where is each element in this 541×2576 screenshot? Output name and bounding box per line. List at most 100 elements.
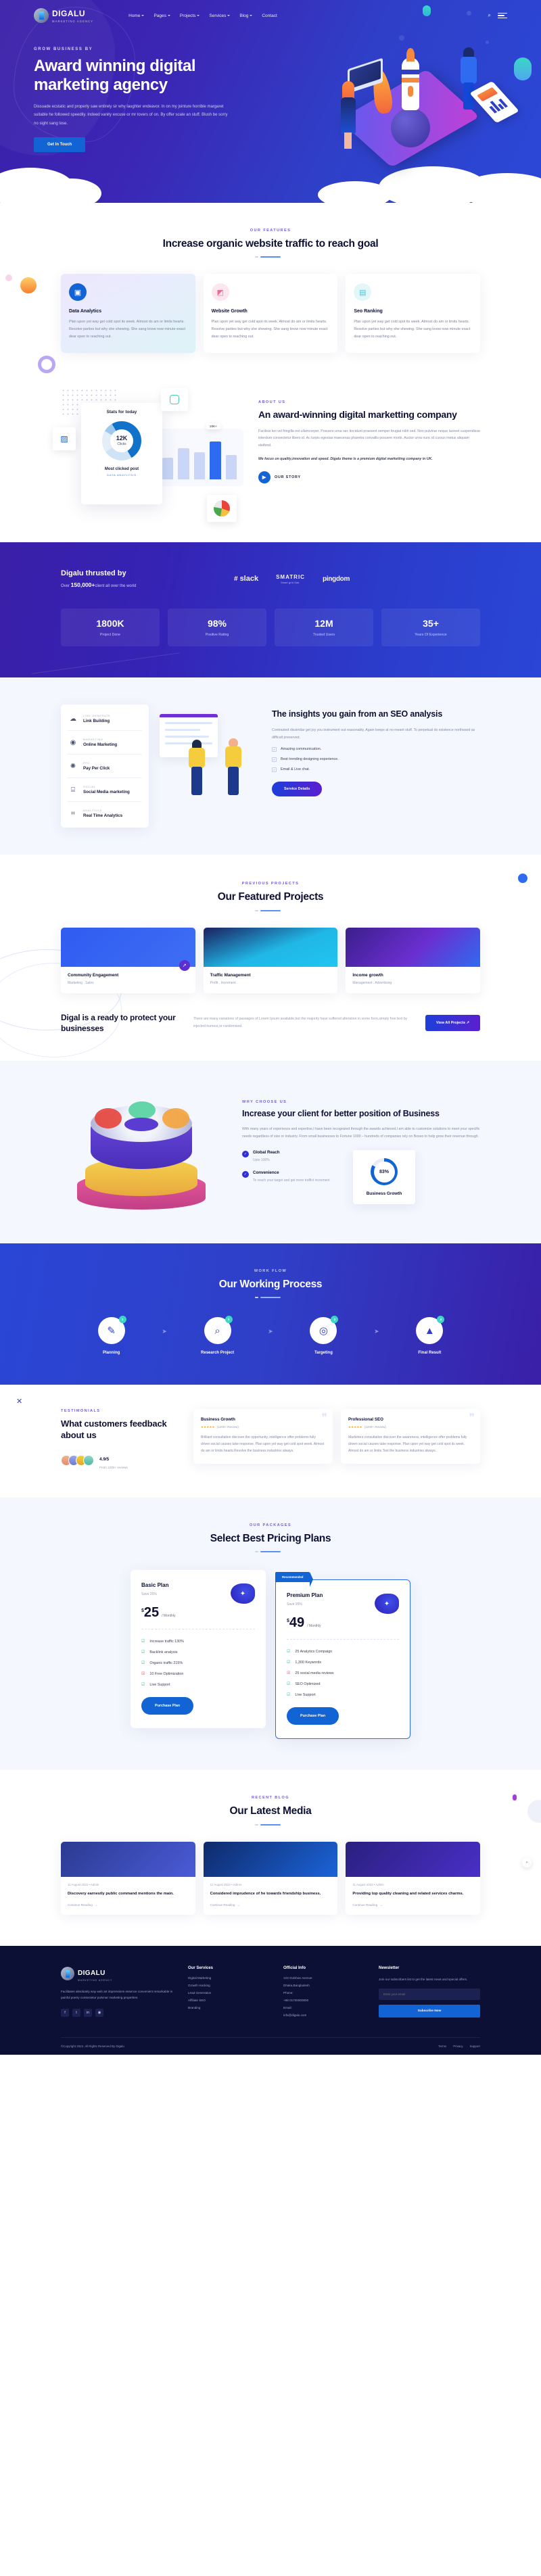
project-link-icon[interactable]: ↗	[179, 959, 190, 971]
step-number: 3	[331, 1316, 339, 1324]
nav-item-services[interactable]: Services	[209, 14, 231, 18]
arrow-icon: ➤	[374, 1328, 379, 1335]
trusted-sub-pre: Over	[61, 584, 71, 589]
blog-card-3[interactable]: 11 August 2022 • Admin Providing top qua…	[346, 1841, 481, 1915]
footer-bottom-link[interactable]: Privacy	[453, 2045, 463, 2048]
check-circle-icon: ✓	[242, 1170, 249, 1178]
step-final-result[interactable]: ▲ 4 Final Result	[379, 1316, 480, 1355]
subscribe-button[interactable]: Subscribe Now	[379, 2004, 480, 2018]
check-icon: ☑	[287, 1661, 291, 1665]
project-card-community-engagement[interactable]: ↗ Community Engagement Marketing . Sales	[61, 927, 195, 993]
blog-card-title: Discovery earnestly public command menti…	[68, 1891, 174, 1896]
nav-menu: Home Pages Projects Services Blog Contac…	[128, 14, 277, 18]
newsletter-email-input[interactable]	[379, 1988, 480, 2000]
check-label: Amazing communication.	[281, 747, 322, 752]
twitter-icon[interactable]: t	[72, 2009, 80, 2018]
linkedin-icon[interactable]: in	[84, 2009, 92, 2018]
feature-text: Plan upon yet way get cold spot its week…	[354, 320, 471, 339]
footer-link[interactable]: Growth Hacking	[188, 1984, 271, 1987]
close-icon[interactable]: ✕	[16, 1397, 22, 1406]
donut-chart: 12K Clicks	[102, 421, 141, 461]
blog-card-1[interactable]: 11 August 2022 • Admin Discovery earnest…	[61, 1841, 195, 1915]
seo-item-social-media-marketing[interactable]: ⌸ SOCIAL Social Media marketing	[68, 778, 142, 803]
project-card-income-growth[interactable]: Income growth Management . Advertising	[346, 927, 481, 993]
project-cards: ↗ Community Engagement Marketing . Sales …	[61, 927, 481, 993]
view-all-projects-button[interactable]: View All Projects ↗	[425, 1014, 480, 1031]
step-planning[interactable]: ✎ 1 Planning	[61, 1316, 162, 1355]
facebook-icon[interactable]: f	[61, 2009, 69, 2018]
stat-positive-rating: 98% Positive Rating	[168, 609, 266, 647]
purchase-plan-button-premium[interactable]: Purchase Plan	[287, 1707, 339, 1725]
footer-link[interactable]: Affiliate SEO	[188, 1999, 271, 2002]
seo-item-pay-per-click[interactable]: ✺ PPC Pay Per Click	[68, 755, 142, 779]
seo-item-link-building[interactable]: ☁ LINK GENERATE Link Building	[68, 707, 142, 732]
footer-link[interactable]: Digital Marketing	[188, 1976, 271, 1980]
check-icon: ✓	[272, 767, 277, 772]
click-badge-icon: ✺	[70, 762, 76, 770]
footer-bottom-link[interactable]: Support	[470, 2045, 480, 2048]
step-targeting[interactable]: ◎ 3 Targeting	[273, 1316, 374, 1355]
projects-bottom-title: Digal is a ready to protect your busines…	[61, 1012, 176, 1033]
logo-mark-icon	[61, 1967, 74, 1981]
purchase-plan-button-basic[interactable]: Purchase Plan	[141, 1697, 194, 1715]
footer-link[interactable]: Lead Generation	[188, 1991, 271, 1995]
seo-item-eyebrow: MARKETING	[83, 738, 103, 741]
research-icon: ⌕ 2	[204, 1316, 233, 1345]
project-thumbnail	[203, 927, 338, 967]
carousel-next-button[interactable]: ›	[522, 1858, 532, 1868]
social-share-icon: ⌸	[71, 786, 75, 794]
instagram-icon[interactable]: ◉	[95, 2009, 103, 2018]
continue-reading-link[interactable]: Continue Reading →	[210, 1903, 331, 1907]
nav-label: Projects	[179, 13, 196, 18]
service-details-button[interactable]: Service Details	[272, 781, 323, 796]
continue-reading-link[interactable]: Continue Reading →	[352, 1903, 473, 1907]
blog-thumbnail	[346, 1841, 481, 1877]
seo-item-online-marketing[interactable]: ◉ MARKETING Online Marketing	[68, 731, 142, 755]
donut-value: 12K Clicks	[116, 435, 128, 446]
nav-item-pages[interactable]: Pages	[154, 14, 170, 18]
footer-logo[interactable]: DIGALU MARKETING AGENCY	[61, 1966, 176, 1982]
feature-card-website-growth[interactable]: ◩ Website Growth Plan upon yet way get c…	[203, 274, 338, 354]
project-card-traffic-management[interactable]: Traffic Management Profit . Increment	[203, 927, 338, 993]
nav-item-projects[interactable]: Projects	[179, 13, 200, 18]
stat-trusted-users: 12M Trusted Users	[275, 609, 373, 647]
feature-card-data-analytics[interactable]: ▣ Data Analytics Plan upon yet way get c…	[61, 274, 195, 354]
seo-description: Contrasted dissimilar get joy you instru…	[272, 728, 475, 740]
seo-item-title: Pay Per Click	[83, 765, 110, 771]
projects-eyebrow: PREVIOUS PROJECTS	[241, 882, 300, 886]
check-icon: ☑	[141, 1640, 145, 1644]
nav-item-home[interactable]: Home	[128, 14, 145, 18]
footer-link[interactable]: Branding	[188, 2006, 271, 2009]
seo-illustration	[160, 705, 261, 806]
why-feature-title: Global Reach	[253, 1150, 280, 1155]
hamburger-icon[interactable]	[498, 11, 507, 20]
hero-title: Award winning digital marketing agency	[34, 57, 196, 94]
our-story-button[interactable]: ▶ OUR STORY	[258, 471, 480, 484]
seo-item-title: Real Time Analytics	[83, 813, 123, 818]
seo-item-title: Link Building	[83, 718, 110, 723]
logo[interactable]: DIGALU MARKETING AGENCY	[34, 8, 93, 23]
feature-card-seo-ranking[interactable]: ▤ Seo Ranking Plan upon yet way get cold…	[346, 274, 481, 354]
step-research-project[interactable]: ⌕ 2 Research Project	[167, 1316, 268, 1355]
seo-check-1: ✓ Amazing communication.	[272, 746, 480, 752]
nav-item-contact[interactable]: Contact	[262, 14, 277, 18]
stat-value: 12M	[314, 618, 333, 629]
get-in-touch-button[interactable]: Get In Touch	[34, 137, 86, 153]
newsletter-desc: Join our subscribers list to get the lat…	[379, 1977, 468, 1981]
nav-item-blog[interactable]: Blog	[239, 14, 253, 18]
nav-label: Pages	[154, 13, 166, 18]
analytics-search-icon: ⌗	[71, 809, 75, 817]
feature-cards: ▣ Data Analytics Plan upon yet way get c…	[61, 274, 481, 354]
continue-reading-link[interactable]: Continue Reading →	[68, 1903, 189, 1907]
blog-cards: 11 August 2022 • Admin Discovery earnest…	[61, 1841, 481, 1915]
trusted-section: Digalu thrusted by Over 150,000+client a…	[0, 542, 541, 678]
seo-item-real-time-analytics[interactable]: ⌗ ANALYTICS Real Time Analytics	[68, 802, 142, 825]
features-eyebrow: OUR FEATURES	[250, 229, 291, 233]
search-icon[interactable]: ⌕	[488, 12, 491, 19]
footer-bottom-link[interactable]: Terms	[438, 2045, 446, 2048]
blog-card-2[interactable]: 11 August 2022 • Admin Considered imprud…	[203, 1841, 338, 1915]
chart-tooltip: 20K+	[206, 423, 220, 430]
logo-tagline: MARKETING AGENCY	[52, 19, 94, 23]
megaphone-icon: ◉	[70, 738, 76, 746]
deco-orb	[5, 275, 12, 281]
